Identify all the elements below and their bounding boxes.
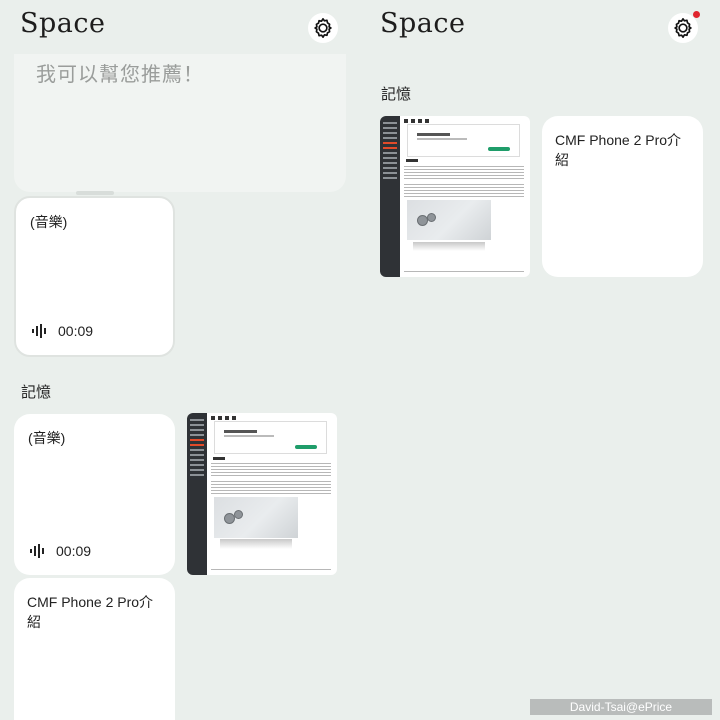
right-screen: Space 記憶 CMF Phone 2 Pro介紹 [360,0,720,720]
thumbnail-text [404,183,524,199]
thumbnail-text [211,568,331,572]
audio-card-title: (音樂) [30,214,68,230]
thumbnail-toolbar [404,119,449,124]
thumbnail-toolbar [211,416,256,421]
suggestion-text: 我可以幫您推薦！ [36,64,204,86]
section-label-memory: 記憶 [21,384,52,401]
waveform-icon [30,544,44,558]
watermark: David-Tsai@ePrice [530,699,712,715]
gear-icon [674,18,692,38]
app-title: Space [20,8,106,39]
settings-button[interactable] [668,11,700,43]
thumbnail-shadow [220,539,292,550]
memory-note-card[interactable]: CMF Phone 2 Pro介紹 [14,578,175,720]
suggestion-card[interactable]: 我可以幫您推薦！ [14,54,346,192]
audio-card[interactable]: (音樂) 00:09 [14,196,175,357]
thumbnail-dialog [407,124,520,157]
memory-audio-card[interactable]: (音樂) 00:09 [14,414,175,575]
notification-dot [693,11,700,18]
drag-handle[interactable] [76,191,114,195]
waveform-icon [32,324,46,338]
memory-audio-card-title: (音樂) [28,430,66,446]
thumbnail-phone-photo [407,199,491,240]
note-card-title: CMF Phone 2 Pro介紹 [555,132,682,168]
thumbnail-text [404,270,524,274]
gear-icon [314,18,332,38]
thumbnail-sidebar [380,116,400,277]
screenshot-thumbnail[interactable] [187,413,337,575]
section-label-memory: 記憶 [381,86,412,103]
thumbnail-tag [212,456,225,460]
thumbnail-text [211,463,331,478]
thumbnail-shadow [413,241,485,252]
thumbnail-dialog [214,421,327,454]
thumbnail-sidebar [187,413,207,575]
memory-audio-duration-row: 00:09 [30,543,91,559]
app-title: Space [380,8,466,39]
screenshot-thumbnail[interactable] [380,116,530,277]
memory-audio-duration: 00:09 [56,543,92,559]
thumbnail-text [211,481,331,496]
left-screen: Space 我可以幫您推薦！ (音樂) 00:09 記憶 (音樂) 00:09 … [0,0,360,720]
thumbnail-tag [405,159,418,163]
audio-duration-row: 00:09 [32,323,93,339]
memory-note-card[interactable]: CMF Phone 2 Pro介紹 [542,116,703,277]
settings-button[interactable] [308,13,338,43]
thumbnail-phone-photo [214,497,298,538]
thumbnail-text [404,165,524,181]
audio-duration: 00:09 [58,323,94,339]
note-card-title: CMF Phone 2 Pro介紹 [27,594,154,630]
